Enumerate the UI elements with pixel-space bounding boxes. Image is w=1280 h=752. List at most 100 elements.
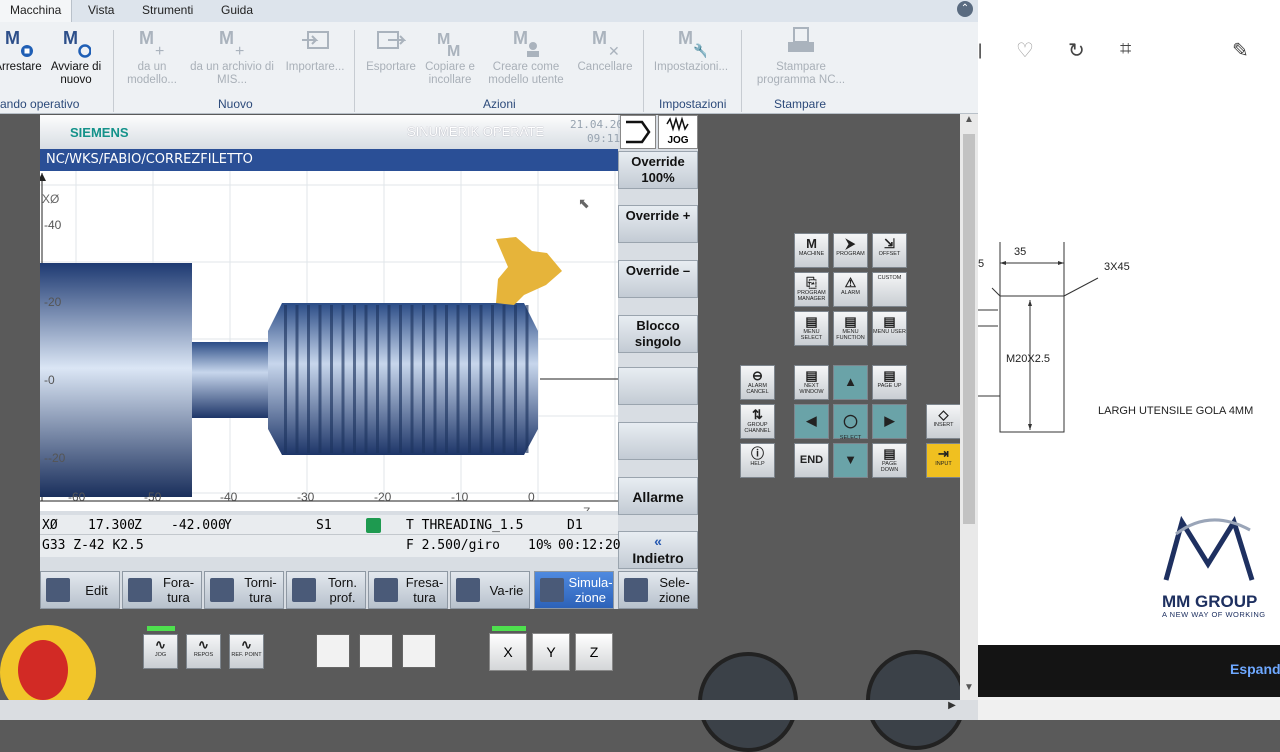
group-channel-key[interactable]: ⇅ GROUP CHANNEL: [740, 404, 775, 439]
override-plus-button[interactable]: Override +: [618, 205, 698, 243]
up-arrow-key[interactable]: ▲: [833, 365, 868, 400]
mode-icon: ∿: [155, 637, 166, 652]
next-window-label: NEXT WINDOW: [799, 383, 824, 395]
tab-guida[interactable]: Guida: [221, 3, 253, 17]
x-axis-label: XØ: [42, 192, 59, 206]
importare-button[interactable]: Importare...: [282, 26, 348, 74]
next-window-key[interactable]: ▤ NEXT WINDOW: [794, 365, 829, 400]
crop-icon[interactable]: ⌗: [1120, 38, 1131, 61]
tab-vista[interactable]: Vista: [88, 3, 114, 17]
simulazione-softkey[interactable]: Simula-zione: [534, 571, 614, 609]
impostazioni-button[interactable]: M 🔧 Impostazioni...: [648, 26, 734, 74]
tornitura-profilo-softkey[interactable]: Torn. prof.: [286, 571, 366, 609]
select-key[interactable]: ◯ SELECT: [833, 404, 868, 441]
axis-x-key[interactable]: X: [489, 633, 527, 671]
nuovo-da-archivio-button[interactable]: M + da un archivio di MIS...: [186, 26, 278, 87]
right-arrow-icon: ▶: [884, 413, 895, 428]
collapse-ribbon-icon[interactable]: ⌃: [957, 1, 973, 17]
panel-key-offset[interactable]: ⇲ OFFSET: [872, 233, 907, 268]
creare-modello-utente-button[interactable]: M Creare come modello utente: [486, 26, 566, 87]
insert-key[interactable]: ◇ INSERT: [926, 404, 961, 439]
svg-text:M: M: [219, 28, 234, 48]
scroll-down-icon[interactable]: ▼: [960, 682, 978, 698]
axis-y-key[interactable]: Y: [532, 633, 570, 671]
svg-text:M: M: [592, 28, 607, 48]
help-key[interactable]: ⓘ HELP: [740, 443, 775, 478]
empty-softkey[interactable]: [618, 422, 698, 460]
cancellare-button[interactable]: M ✕ Cancellare: [572, 26, 638, 74]
override-minus-button[interactable]: Override –: [618, 260, 698, 298]
empty-softkey[interactable]: [618, 367, 698, 405]
left-arrow-key[interactable]: ◀: [794, 404, 829, 439]
copiare-incollare-button[interactable]: MM Copiare e incollare: [420, 26, 480, 87]
varie-softkey[interactable]: Va-rie: [450, 571, 530, 609]
vertical-scrollbar[interactable]: ▲ ▼: [960, 114, 978, 700]
end-key[interactable]: END: [794, 443, 829, 478]
selezione-softkey[interactable]: Sele-zione: [618, 571, 698, 609]
fresatura-softkey[interactable]: Fresa-tura: [368, 571, 448, 609]
override-100-button[interactable]: Override 100%: [618, 151, 698, 189]
axis-z-key[interactable]: Z: [575, 633, 613, 671]
help-icon: ⓘ: [750, 446, 764, 461]
panel-key-menu-select[interactable]: ▤ MENU SELECT: [794, 311, 829, 346]
x-axis-name: XØ: [42, 518, 58, 533]
tab-macchina[interactable]: Macchina: [0, 0, 73, 22]
arrestare-button[interactable]: M Arrestare: [0, 26, 44, 74]
menu-function-icon: ▤: [844, 314, 857, 329]
panel-key-alarm[interactable]: ⚠ ALARM: [833, 272, 868, 307]
z-tick-label: 0: [528, 490, 535, 504]
foratura-softkey[interactable]: Fora-tura: [122, 571, 202, 609]
thread-groove: [341, 305, 345, 453]
scroll-up-icon[interactable]: ▲: [960, 114, 978, 130]
ref-point-key[interactable]: ∿ REF. POINT: [229, 634, 264, 669]
nuovo-da-modello-button[interactable]: M + da un modello...: [122, 26, 182, 87]
panel-key-program[interactable]: ⮞ PROGRAM: [833, 233, 868, 268]
blocco-singolo-button[interactable]: Blocco singolo: [618, 315, 698, 353]
avviare-di-nuovo-button[interactable]: M Avviare di nuovo: [46, 26, 106, 87]
rotate-icon[interactable]: ↻: [1068, 38, 1085, 63]
indietro-button[interactable]: « Indietro: [618, 531, 698, 569]
allarme-button[interactable]: Allarme: [618, 477, 698, 515]
mm-group-logo-mark: [1163, 515, 1255, 581]
back-chevron-icon: «: [654, 533, 662, 549]
right-arrow-key[interactable]: ▶: [872, 404, 907, 439]
tab-strumenti[interactable]: Strumenti: [142, 3, 193, 17]
emergency-stop-button[interactable]: [18, 640, 68, 700]
page-up-key[interactable]: ▤ PAGE UP: [872, 365, 907, 400]
tornitura-softkey[interactable]: Torni-tura: [204, 571, 284, 609]
esportare-button[interactable]: Esportare: [362, 26, 420, 74]
input-key[interactable]: ⇥ INPUT: [926, 443, 961, 478]
panel-key-menu-function[interactable]: ▤ MENU FUNCTION: [833, 311, 868, 346]
edit-softkey[interactable]: Edit: [40, 571, 120, 609]
machine-restart-icon: M: [63, 28, 91, 58]
simulation-plot[interactable]: -40 -20 -0 --20 -60 -50 -40 -30 -20 -10 0 XØ Z ⬉: [38, 171, 618, 519]
repos-key[interactable]: ∿ REPOS: [186, 634, 221, 669]
panel-key-machine[interactable]: M MACHINE: [794, 233, 829, 268]
x-tick-label: -40: [44, 218, 62, 232]
siemens-logo: SIEMENS: [70, 125, 129, 140]
jog-led: [147, 626, 175, 631]
blank-key[interactable]: [359, 634, 393, 668]
favorite-heart-icon[interactable]: ♡: [1016, 38, 1034, 63]
panel-key-menu-user[interactable]: ▤ MENU USER: [872, 311, 907, 346]
stampare-programma-button[interactable]: Stampare programma NC...: [748, 26, 854, 87]
blank-key[interactable]: [402, 634, 436, 668]
alarm-cancel-key[interactable]: ⊖ ALARM CANCEL: [740, 365, 775, 400]
program-mode-icon[interactable]: [620, 115, 656, 149]
page-down-key[interactable]: ▤ PAGE DOWN: [872, 443, 907, 478]
blank-key[interactable]: [316, 634, 350, 668]
nuovo-da-archivio-label: da un archivio di MIS...: [190, 61, 274, 86]
jog-key[interactable]: ∿ JOG: [143, 634, 178, 669]
svg-text:🔧: 🔧: [693, 42, 706, 58]
scrollbar-thumb[interactable]: [963, 134, 975, 524]
panel-key-program-manager[interactable]: ⎘ PROGRAM MANAGER: [794, 272, 829, 307]
jog-mode-icon[interactable]: JOG: [658, 115, 698, 149]
creare-label: Creare come modello utente: [488, 61, 564, 86]
scroll-right-icon[interactable]: ▶: [943, 700, 961, 716]
panel-key-custom[interactable]: CUSTOM: [872, 272, 907, 307]
technical-drawing: 35 3X45 5 M20X2.5 LARGH UTENSILE GOLA 4M…: [978, 242, 1253, 433]
ribbon-separator: [354, 30, 355, 112]
edit-tools-icon[interactable]: ✎: [1232, 38, 1249, 63]
down-arrow-key[interactable]: ▼: [833, 443, 868, 478]
espand-link[interactable]: Espand: [1230, 661, 1280, 677]
